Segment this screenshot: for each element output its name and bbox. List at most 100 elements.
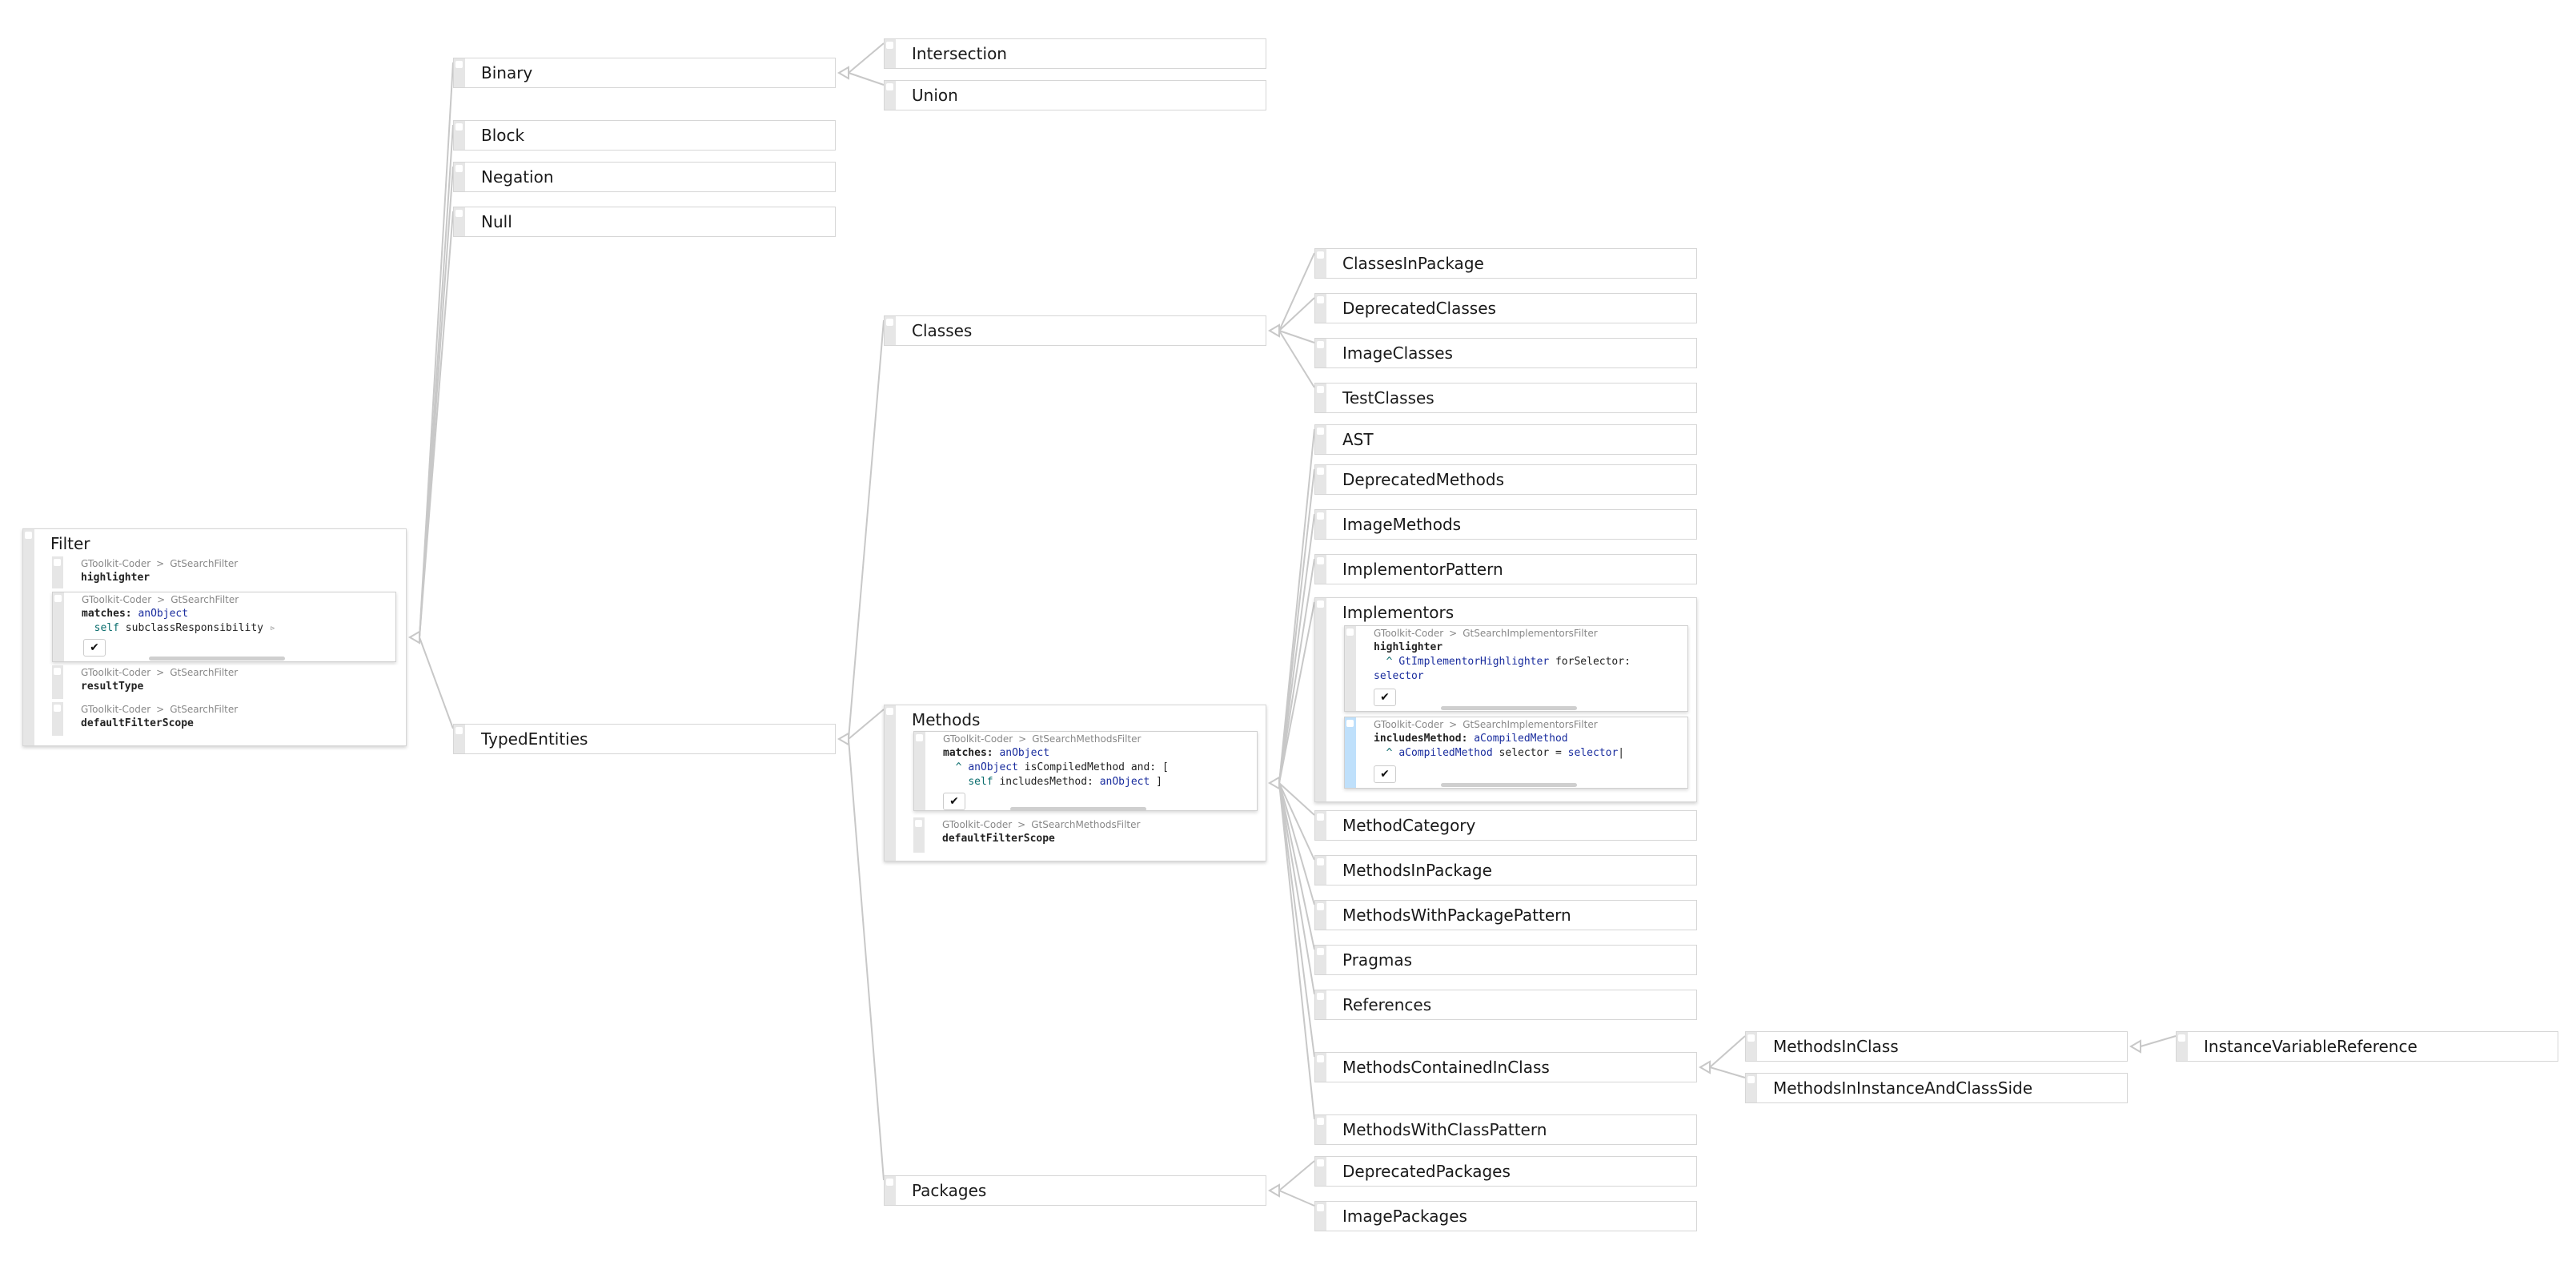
code-scrollbar[interactable] xyxy=(149,657,285,661)
node-handle[interactable] xyxy=(1315,339,1326,367)
method-handle[interactable] xyxy=(52,665,63,699)
node-handle[interactable] xyxy=(885,39,896,68)
node-handle[interactable] xyxy=(1315,465,1326,494)
method-code[interactable]: includesMethod: aCompiledMethod ^ aCompi… xyxy=(1374,732,1624,761)
node-image-methods[interactable]: ImageMethods xyxy=(1314,509,1697,540)
node-image-classes[interactable]: ImageClasses xyxy=(1314,338,1697,368)
method-code[interactable]: highlighter ^ GtImplementorHighlighter f… xyxy=(1374,641,1631,684)
node-handle[interactable] xyxy=(1315,249,1326,278)
node-union[interactable]: Union xyxy=(884,80,1266,110)
node-handle[interactable] xyxy=(1315,555,1326,584)
node-image-packages[interactable]: ImagePackages xyxy=(1314,1201,1697,1231)
node-deprecated-packages[interactable]: DeprecatedPackages xyxy=(1314,1156,1697,1187)
node-handle[interactable] xyxy=(1746,1032,1757,1061)
node-handle[interactable] xyxy=(1315,294,1326,323)
node-references[interactable]: References xyxy=(1314,990,1697,1020)
method-default-filter-scope[interactable]: GToolkit-Coder > GtSearchMethodsFilter def… xyxy=(913,817,1262,853)
node-methods-with-package-pattern[interactable]: MethodsWithPackagePattern xyxy=(1314,900,1697,930)
node-handle[interactable] xyxy=(1315,598,1326,801)
node-handle[interactable] xyxy=(885,81,896,110)
node-handle[interactable] xyxy=(1315,1202,1326,1231)
node-handle[interactable] xyxy=(1315,811,1326,840)
node-title: Block xyxy=(481,126,525,145)
accept-button[interactable]: ✔ xyxy=(1374,689,1396,706)
node-handle[interactable] xyxy=(1315,510,1326,539)
node-handle[interactable] xyxy=(885,705,896,861)
method-handle[interactable] xyxy=(52,702,63,736)
method-result-type[interactable]: GToolkit-Coder > GtSearchFilter resultType xyxy=(52,665,401,699)
node-handle[interactable] xyxy=(454,121,465,150)
node-handle[interactable] xyxy=(454,163,465,191)
node-methods-with-class-pattern[interactable]: MethodsWithClassPattern xyxy=(1314,1114,1697,1145)
method-code[interactable]: highlighter xyxy=(81,571,150,585)
node-handle[interactable] xyxy=(1315,856,1326,885)
method-handle[interactable] xyxy=(913,817,925,853)
node-handle[interactable] xyxy=(454,725,465,753)
method-code[interactable]: resultType xyxy=(81,680,143,694)
node-methods-in-instance-and-class-side[interactable]: MethodsInInstanceAndClassSide xyxy=(1745,1073,2128,1103)
node-binary[interactable]: Binary xyxy=(453,58,836,88)
method-matches[interactable]: GToolkit-Coder > GtSearchMethodsFilter mat… xyxy=(913,731,1258,811)
node-packages[interactable]: Packages xyxy=(884,1175,1266,1206)
node-pragmas[interactable]: Pragmas xyxy=(1314,945,1697,975)
node-handle[interactable] xyxy=(1315,1115,1326,1144)
method-handle[interactable] xyxy=(53,592,64,661)
method-code[interactable]: defaultFilterScope xyxy=(81,717,194,731)
method-handle[interactable] xyxy=(1345,626,1356,711)
code-scrollbar[interactable] xyxy=(1441,783,1577,787)
accept-button[interactable]: ✔ xyxy=(943,793,965,810)
node-implementor-pattern[interactable]: ImplementorPattern xyxy=(1314,554,1697,584)
node-null[interactable]: Null xyxy=(453,207,836,237)
node-method-category[interactable]: MethodCategory xyxy=(1314,810,1697,841)
node-deprecated-methods[interactable]: DeprecatedMethods xyxy=(1314,464,1697,495)
node-handle[interactable] xyxy=(1315,990,1326,1019)
node-block[interactable]: Block xyxy=(453,120,836,151)
node-handle[interactable] xyxy=(1315,1157,1326,1186)
method-handle[interactable] xyxy=(52,556,63,588)
node-test-classes[interactable]: TestClasses xyxy=(1314,383,1697,413)
node-handle[interactable] xyxy=(454,207,465,236)
method-includes-method[interactable]: GToolkit-Coder > GtSearchImplementorsFilte… xyxy=(1344,717,1688,789)
method-code[interactable]: defaultFilterScope xyxy=(942,832,1055,846)
node-methods-in-package[interactable]: MethodsInPackage xyxy=(1314,855,1697,886)
code-scrollbar[interactable] xyxy=(1010,807,1146,811)
node-instance-variable-reference[interactable]: InstanceVariableReference xyxy=(2176,1031,2558,1062)
node-handle[interactable] xyxy=(1315,901,1326,930)
method-highlighter[interactable]: GToolkit-Coder > GtSearchFilter highlighte… xyxy=(52,556,401,588)
node-methods-contained-in-class[interactable]: MethodsContainedInClass xyxy=(1314,1052,1697,1082)
node-handle[interactable] xyxy=(2177,1032,2188,1061)
node-intersection[interactable]: Intersection xyxy=(884,38,1266,69)
code-scrollbar[interactable] xyxy=(1441,706,1577,710)
node-classes[interactable]: Classes xyxy=(884,315,1266,346)
node-deprecated-classes[interactable]: DeprecatedClasses xyxy=(1314,293,1697,323)
method-matches[interactable]: GToolkit-Coder > GtSearchFilter matches: a… xyxy=(52,592,396,662)
node-methods-in-class[interactable]: MethodsInClass xyxy=(1745,1031,2128,1062)
inheritance-arrow-icon xyxy=(2129,1039,2141,1054)
method-default-filter-scope[interactable]: GToolkit-Coder > GtSearchFilter defaultFil… xyxy=(52,702,401,736)
node-typed-entities[interactable]: TypedEntities xyxy=(453,724,836,754)
node-handle[interactable] xyxy=(1746,1074,1757,1102)
node-handle[interactable] xyxy=(454,58,465,87)
method-handle[interactable] xyxy=(1345,717,1356,788)
accept-button[interactable]: ✔ xyxy=(83,639,106,657)
node-filter[interactable]: Filter GToolkit-Coder > GtSearchFilter hig… xyxy=(22,528,407,746)
node-handle[interactable] xyxy=(1315,1053,1326,1082)
method-code[interactable]: matches: anObject self subclassResponsib… xyxy=(82,607,276,636)
edge xyxy=(2140,1035,2177,1047)
node-handle[interactable] xyxy=(1315,384,1326,412)
node-negation[interactable]: Negation xyxy=(453,162,836,192)
node-handle[interactable] xyxy=(1315,425,1326,454)
node-methods[interactable]: Methods GToolkit-Coder > GtSearchMethodsFi… xyxy=(884,705,1266,861)
method-handle[interactable] xyxy=(914,732,925,810)
edge xyxy=(1278,558,1315,784)
method-code[interactable]: matches: anObject ^ anObject isCompiledM… xyxy=(943,746,1169,789)
node-handle[interactable] xyxy=(885,1176,896,1205)
node-handle[interactable] xyxy=(23,529,34,745)
node-handle[interactable] xyxy=(885,316,896,345)
node-ast[interactable]: AST xyxy=(1314,424,1697,455)
node-handle[interactable] xyxy=(1315,946,1326,974)
node-classes-in-package[interactable]: ClassesInPackage xyxy=(1314,248,1697,279)
accept-button[interactable]: ✔ xyxy=(1374,765,1396,783)
method-highlighter[interactable]: GToolkit-Coder > GtSearchImplementorsFilte… xyxy=(1344,625,1688,712)
node-implementors[interactable]: Implementors GToolkit-Coder > GtSearchImpl… xyxy=(1314,597,1697,802)
